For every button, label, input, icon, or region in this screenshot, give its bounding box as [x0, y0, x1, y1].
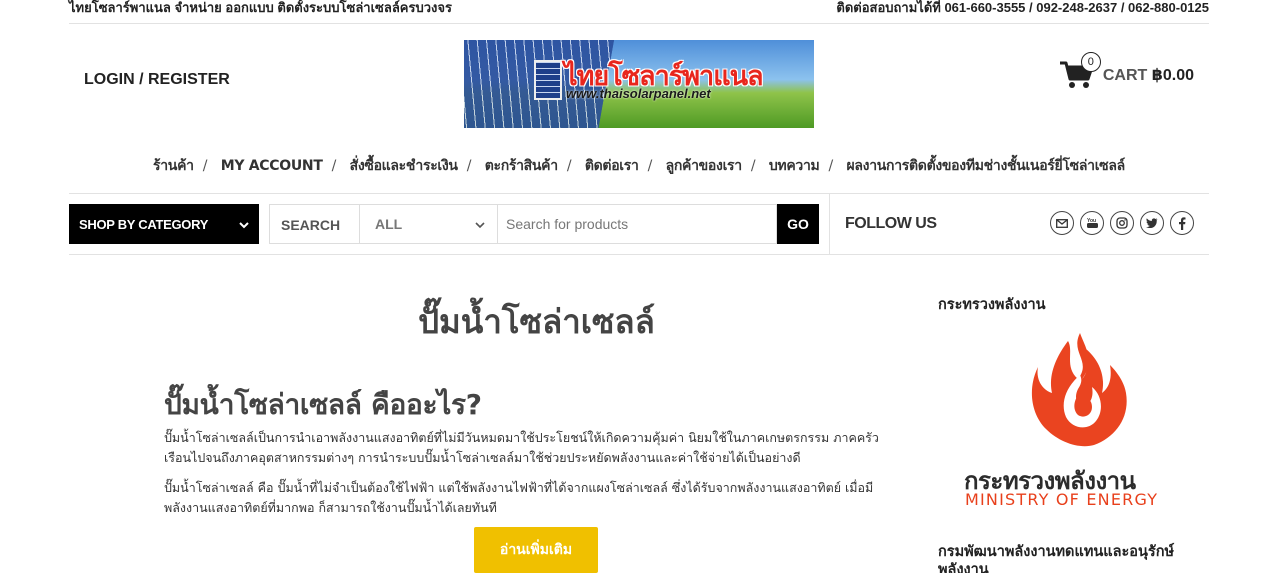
- chevron-down-icon: [475, 216, 485, 232]
- definition-paragraph: ปั๊มน้ำโซล่าเซลล์ คือ ปั๊มน้ำที่ไม่จำเป็…: [164, 480, 874, 515]
- nav-separator: /: [828, 158, 833, 174]
- nav-separator: /: [331, 158, 337, 174]
- search-go-button[interactable]: GO: [777, 204, 819, 244]
- nav-separator: /: [647, 158, 653, 174]
- facebook-icon[interactable]: [1170, 211, 1194, 235]
- search-input[interactable]: [497, 204, 777, 244]
- cart-widget[interactable]: 0 CART ฿0.00: [1059, 52, 1194, 90]
- cart-amount: ฿0.00: [1151, 67, 1194, 84]
- search-toolbar: SHOP BY CATEGORY SEARCH ALL GO FOLLOW US…: [69, 193, 1209, 255]
- site-header: LOGIN / REGISTER ไทยโซลาร์พาแนล www.thai…: [69, 24, 1209, 144]
- nav-separator: /: [750, 158, 756, 174]
- nav-item-order-payment[interactable]: สั่งซื้อและชำระเงิน: [350, 158, 458, 174]
- sidebar: กระทรวงพลังงาน กระทรวงพลังงาน MINISTRY O…: [938, 293, 1208, 573]
- top-contact-phones: ติดต่อสอบถามได้ที่ 061-660-3555 / 092-24…: [836, 0, 1209, 15]
- nav-separator: /: [566, 158, 572, 174]
- flame-emblem-icon: [1031, 333, 1127, 447]
- chevron-down-icon: [239, 217, 249, 232]
- email-icon[interactable]: [1050, 211, 1074, 235]
- product-search: SEARCH ALL GO: [269, 204, 819, 244]
- twitter-icon[interactable]: [1140, 211, 1164, 235]
- cart-count-badge: 0: [1080, 52, 1101, 72]
- site-logo[interactable]: ไทยโซลาร์พาแนล www.thaisolarpanel.net: [464, 40, 814, 128]
- nav-separator: /: [202, 158, 208, 174]
- instagram-icon[interactable]: [1110, 211, 1134, 235]
- ministry-of-energy-logo[interactable]: กระทรวงพลังงาน MINISTRY OF ENERGY: [958, 331, 1188, 511]
- category-select-value: ALL: [375, 216, 403, 232]
- intro-paragraph: ปั๊มน้ำโซล่าเซลล์เป็นการนำเอาพลังงานแสงอ…: [164, 430, 879, 465]
- nav-item-articles[interactable]: บทความ: [769, 158, 820, 174]
- search-label: SEARCH: [269, 204, 359, 244]
- logo-url: www.thaisolarpanel.net: [566, 86, 711, 101]
- nav-item-cart[interactable]: ตะกร้าสินค้า: [485, 158, 558, 174]
- nav-item-installations[interactable]: ผลงานการติดตั้งของทีมช่างชั้นเนอร์ยี่โซล…: [846, 158, 1125, 174]
- nav-item-contact[interactable]: ติดต่อเรา: [585, 158, 639, 174]
- cart-label: CART: [1102, 67, 1148, 84]
- read-more-button[interactable]: อ่านเพิ่มเติม: [474, 527, 598, 573]
- shop-by-category-label: SHOP BY CATEGORY: [79, 216, 209, 232]
- top-info-bar: ไทยโซลาร์พาแนล จำหน่าย ออกแบบ ติดตั้งระบ…: [69, 0, 1209, 24]
- section-heading: ปั๊มน้ำโซล่าเซลล์ คืออะไร?: [164, 388, 482, 421]
- main-nav: ร้านค้า / MY ACCOUNT / สั่งซื้อและชำระเงิน…: [69, 155, 1209, 177]
- page-title: ปั๊มน้ำโซล่าเซลล์: [418, 302, 655, 341]
- category-select[interactable]: ALL: [359, 204, 497, 244]
- nav-item-my-account[interactable]: MY ACCOUNT: [221, 158, 323, 174]
- toolbar-divider: [829, 194, 830, 255]
- top-tagline: ไทยโซลาร์พาแนล จำหน่าย ออกแบบ ติดตั้งระบ…: [69, 0, 452, 15]
- nav-item-shop[interactable]: ร้านค้า: [153, 158, 194, 174]
- cart-icon[interactable]: 0: [1059, 52, 1101, 90]
- login-register-link[interactable]: LOGIN / REGISTER: [84, 71, 230, 89]
- sidebar-heading-dede: กรมพัฒนาพลังงานทดแทนและอนุรักษ์พลังงาน: [938, 544, 1175, 573]
- nav-separator: /: [466, 158, 472, 174]
- follow-us-label: FOLLOW US: [845, 215, 937, 232]
- solar-panel-icon: [534, 60, 562, 100]
- cart-total[interactable]: CART ฿0.00: [1103, 65, 1194, 85]
- shop-by-category-button[interactable]: SHOP BY CATEGORY: [69, 204, 259, 244]
- social-links: You: [1050, 211, 1194, 235]
- youtube-icon[interactable]: You: [1080, 211, 1104, 235]
- ministry-english-name: MINISTRY OF ENERGY: [965, 490, 1159, 509]
- nav-item-customers[interactable]: ลูกค้าของเรา: [666, 158, 743, 174]
- sidebar-heading-ministry: กระทรวงพลังงาน: [938, 297, 1046, 313]
